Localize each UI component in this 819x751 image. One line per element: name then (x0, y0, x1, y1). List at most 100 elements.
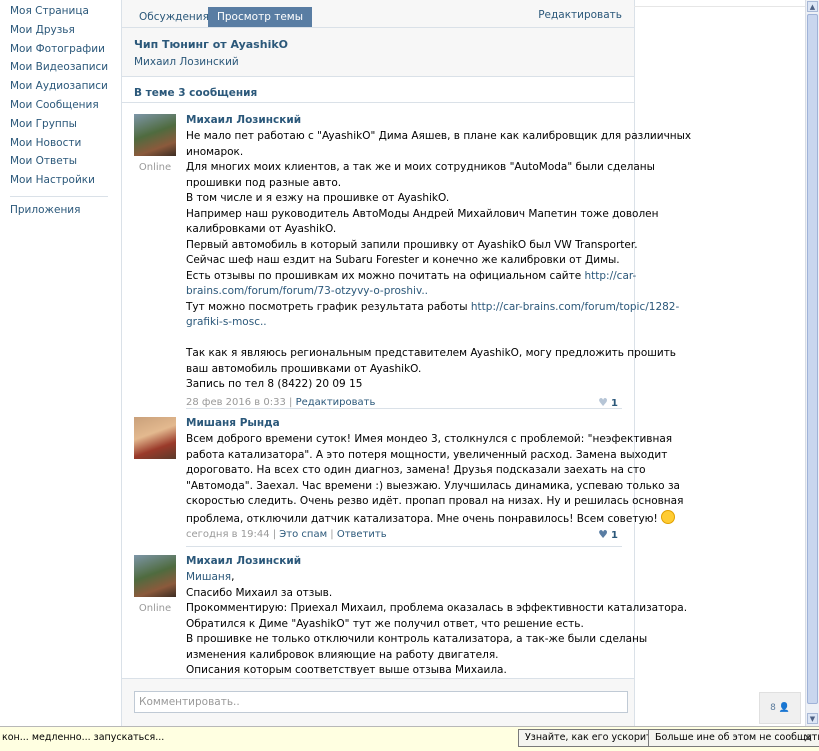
post-text: работа катализатора". А это потеря мощно… (186, 448, 668, 461)
menu-my-photos[interactable]: Мои Фотографии (0, 40, 118, 59)
post-date: сегодня в 19:44 (186, 529, 270, 540)
post-author-link[interactable]: Михаил Лозинский (186, 114, 301, 126)
reply-to-link[interactable]: Мишаня (186, 571, 231, 583)
reviews-link[interactable]: http://car- (585, 270, 637, 282)
tab-discussions[interactable]: Обсуждения (130, 7, 218, 27)
chart-link[interactable]: http://car-brains.com/forum/topic/1282- (471, 301, 679, 313)
menu-my-audio[interactable]: Мои Аудиозаписи (0, 77, 118, 96)
menu-my-news[interactable]: Мои Новости (0, 134, 118, 153)
post-text: иномарок. (186, 145, 244, 158)
avatar[interactable] (134, 555, 176, 597)
post-text: Запись по тел 8 (8422) 20 09 15 (186, 378, 363, 390)
topic-header: Чип Тюнинг от AyashikO Михаил Лозинский (122, 28, 634, 77)
post-text: скоростью следить. Очень резво идёт. про… (186, 495, 684, 507)
post-date: 28 фев 2016 в 0:33 (186, 396, 286, 408)
post-text-blank (186, 331, 622, 347)
post-text: Тут можно посмотреть график результата р… (186, 300, 679, 316)
online-status: Online (138, 603, 172, 614)
post-text: проблема, отключили датчик катализатора.… (186, 509, 675, 526)
scrollbar-thumb[interactable] (807, 14, 818, 704)
menu-apps[interactable]: Приложения (0, 201, 118, 220)
report-spam-link[interactable]: Это спам (279, 529, 327, 540)
message-count-bar: В теме 3 сообщения (122, 84, 634, 103)
post-text-segment: Тут можно посмотреть график результата р… (186, 300, 471, 313)
like-button[interactable]: ♥ 1 (598, 527, 618, 543)
post-body: Михаил Лозинский Не мало пет работаю с "… (186, 114, 692, 410)
post-text: калибровками от AyashikO. (186, 223, 337, 235)
online-friends-widget[interactable]: 8 👤 (759, 692, 801, 724)
topic-main: Обсуждения Просмотр темы Редактировать Ч… (121, 0, 692, 727)
post-text: Сейчас шеф наш ездит на Subaru Forester … (186, 254, 620, 266)
post-author-link[interactable]: Мишаня Рында (186, 417, 280, 429)
topic-author-link[interactable]: Михаил Лозинский (134, 56, 239, 68)
comment-input[interactable] (134, 691, 628, 713)
dismiss-button[interactable]: Больше ине об этом не сообщать (648, 729, 819, 747)
smile-emoji-icon (660, 509, 675, 524)
post-text: Спасибо Михаил за отзыв. (186, 586, 333, 599)
comment-area (122, 678, 634, 727)
post-author-link[interactable]: Михаил Лозинский (186, 555, 301, 567)
post-text: Описания которым соответствует выше отзы… (186, 664, 507, 676)
notification-bar: кон... медленно... запускаться... Узнайт… (0, 726, 819, 751)
online-count: 8 (770, 703, 776, 713)
post-text: Так как я являюсь региональным представи… (186, 347, 676, 359)
notification-text: кон... медленно... запускаться... (2, 732, 165, 743)
post-text: прошивки под разные авто. (186, 176, 342, 189)
post-text: Всем доброго времени суток! Имея мондео … (186, 433, 673, 445)
chart-link-cont[interactable]: grafiki-s-mosc.. (186, 316, 267, 328)
post-text: В прошивке не только отключили контроль … (186, 633, 648, 645)
post-divider (186, 546, 622, 547)
post-text: "Автомода". Заехал. Час времени :) выезж… (186, 479, 680, 492)
post-body: Мишаня Рында Всем доброго времени суток!… (186, 417, 684, 543)
message-count: В теме 3 сообщения (134, 87, 258, 99)
reviews-link-cont[interactable]: brains.com/forum/forum/73-otzyvy-o-prosh… (186, 285, 428, 297)
post-text-segment: Есть отзывы по прошивкам их можно почита… (186, 269, 585, 282)
avatar[interactable] (134, 114, 176, 156)
post-text: Не мало пет работаю с "AyashikO" Дима Ая… (186, 130, 692, 142)
left-menu: Моя Страница Мои Друзья Мои Фотографии М… (0, 2, 118, 220)
person-icon: 👤 (778, 703, 790, 713)
scrollbar[interactable]: ▲ ▼ (805, 0, 819, 726)
post-text: Например наш руководитель АвтоМоды Андре… (186, 207, 659, 220)
reply-link[interactable]: Ответить (337, 529, 387, 540)
post-text-segment: проблема, отключили датчик катализатора.… (186, 512, 658, 525)
menu-my-friends[interactable]: Мои Друзья (0, 21, 118, 40)
post-body: Михаил Лозинский Мишаня, Спасибо Михаил … (186, 555, 688, 679)
avatar[interactable] (134, 417, 176, 459)
close-icon[interactable]: ✕ (803, 731, 813, 745)
post-text: Есть отзывы по прошивкам их можно почита… (186, 269, 636, 285)
post-text: Обратился к Диме "AyashikO" тут же получ… (186, 617, 584, 630)
page-title: Чип Тюнинг от AyashikO (134, 38, 288, 51)
post-divider (186, 408, 622, 409)
scroll-down-icon[interactable]: ▼ (807, 713, 818, 724)
post-text: ваш автомобиль прошивками от AyashikO. (186, 362, 422, 375)
scroll-up-icon[interactable]: ▲ (807, 1, 818, 12)
tab-view-topic[interactable]: Просмотр темы (208, 7, 313, 27)
menu-my-settings[interactable]: Мои Настройки (0, 171, 118, 190)
post-text: В том числе и я езжу на прошивке от Ayas… (186, 192, 450, 204)
menu-my-videos[interactable]: Мои Видеозаписи (0, 58, 118, 77)
post-text: Прокомментирую: Приехал Михаил, проблема… (186, 602, 688, 614)
menu-my-answers[interactable]: Мои Ответы (0, 152, 118, 171)
menu-my-messages[interactable]: Мои Сообщения (0, 96, 118, 115)
menu-my-page[interactable]: Моя Страница (0, 2, 118, 21)
post-text: изменения калибровок влияющие на работу … (186, 648, 499, 661)
menu-my-groups[interactable]: Мои Группы (0, 115, 118, 134)
like-count: 1 (611, 530, 618, 541)
post-meta: сегодня в 19:44 | Это спам | Ответить ♥ 1 (186, 527, 618, 543)
tabs-bar: Обсуждения Просмотр темы Редактировать (122, 0, 634, 28)
like-count: 1 (611, 397, 618, 409)
menu-divider (10, 195, 108, 197)
header-line (634, 0, 806, 7)
post-text: Для многих моих клиентов, а так же и мои… (186, 161, 655, 173)
post-text: Мишаня, (186, 571, 235, 583)
edit-topic-link[interactable]: Редактировать (538, 9, 622, 21)
post-edit-link[interactable]: Редактировать (296, 397, 376, 408)
online-status: Online (138, 162, 172, 173)
speedup-button[interactable]: Узнайте, как его ускорить (518, 729, 665, 747)
heart-icon: ♥ (598, 528, 609, 541)
post-text: Первый автомобиль в который запили проши… (186, 238, 638, 251)
post-text: brains.com/forum/forum/73-otzyvy-o-prosh… (186, 284, 622, 300)
post-text: дороговато. На всех сто один диагноз, за… (186, 464, 646, 476)
post-text: grafiki-s-mosc.. (186, 315, 622, 331)
